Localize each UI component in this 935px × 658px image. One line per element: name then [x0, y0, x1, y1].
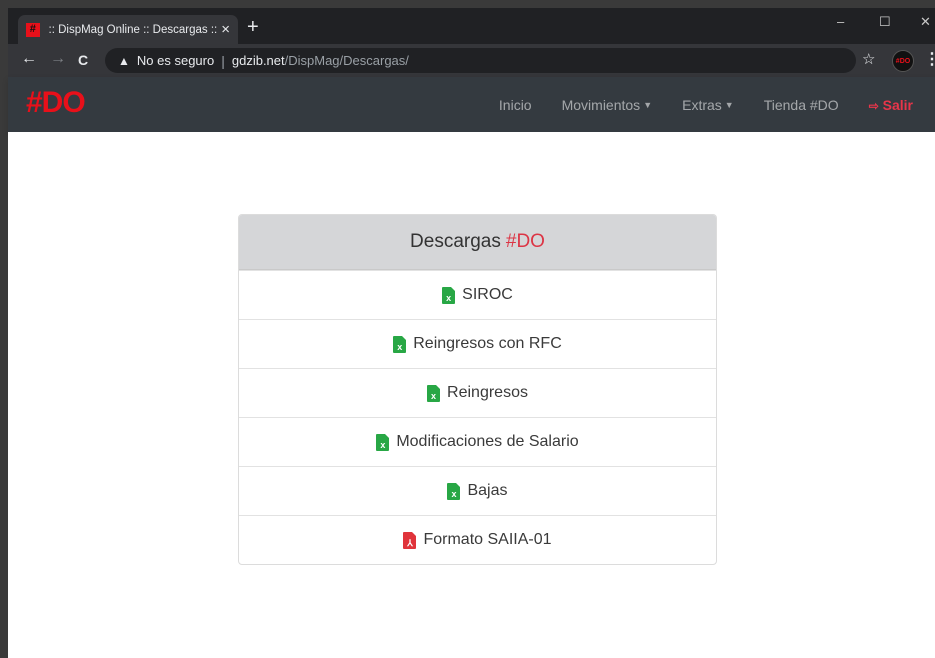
download-label: SIROC — [462, 286, 513, 303]
brand-logo[interactable]: #DO — [26, 88, 86, 118]
downloads-card: Descargas #DO x SIROC x Reingresos con R… — [238, 214, 717, 565]
download-label: Formato SAIIA-01 — [423, 531, 552, 548]
extension-icon[interactable]: #DO — [892, 50, 914, 72]
close-window-button[interactable]: ✕ — [920, 14, 931, 30]
browser-tab-strip: # :: DispMag Online :: Descargas :: × + … — [8, 8, 935, 44]
browser-menu-icon[interactable]: ⋮ — [924, 49, 935, 69]
bookmark-star-icon[interactable]: ☆ — [862, 52, 875, 67]
excel-file-icon: x — [447, 482, 461, 500]
reload-button[interactable]: C — [78, 53, 88, 67]
site-navbar: #DO Inicio Movimientos ▼ Extras ▼ Tienda #… — [8, 77, 935, 132]
download-link-reingresos[interactable]: x Reingresos — [239, 368, 716, 417]
download-link-modificaciones[interactable]: x Modificaciones de Salario — [239, 417, 716, 466]
back-button[interactable]: ← — [21, 51, 37, 67]
logout-label: Salir — [882, 96, 913, 113]
maximize-button[interactable]: ☐ — [879, 14, 891, 30]
caret-down-icon: ▼ — [724, 99, 734, 110]
tab-title: :: DispMag Online :: Descargas :: — [48, 23, 218, 36]
nav-menu: Inicio Movimientos ▼ Extras ▼ Tienda #DO ⇨… — [469, 77, 913, 132]
site-favicon-icon: # — [26, 22, 40, 37]
pdf-file-icon: ⅄ — [403, 531, 417, 549]
page-content: Descargas #DO x SIROC x Reingresos con R… — [8, 132, 935, 658]
nav-item-movimientos[interactable]: Movimientos ▼ — [562, 97, 653, 113]
downloads-header: Descargas #DO — [239, 215, 716, 270]
download-link-siroc[interactable]: x SIROC — [239, 270, 716, 319]
address-bar[interactable]: ▲ No es seguro | gdzib.net /DispMag/Desc… — [105, 48, 856, 73]
caret-down-icon: ▼ — [643, 99, 653, 110]
excel-file-icon: x — [393, 335, 407, 353]
logout-button[interactable]: ⇨ Salir — [869, 97, 913, 113]
nav-item-tienda[interactable]: Tienda #DO — [764, 97, 839, 113]
download-link-reingresos-rfc[interactable]: x Reingresos con RFC — [239, 319, 716, 368]
download-link-formato-saiia[interactable]: ⅄ Formato SAIIA-01 — [239, 515, 716, 564]
excel-file-icon: x — [376, 433, 390, 451]
address-separator: | — [221, 52, 225, 69]
download-label: Reingresos — [447, 384, 528, 401]
url-path: /DispMag/Descargas/ — [284, 53, 409, 68]
insecure-label[interactable]: No es seguro — [137, 53, 214, 68]
downloads-title-accent: #DO — [505, 231, 545, 252]
minimize-button[interactable]: – — [837, 14, 844, 29]
tab-close-icon[interactable]: × — [221, 22, 230, 37]
sign-out-icon: ⇨ — [868, 98, 879, 113]
download-label: Bajas — [467, 482, 508, 499]
browser-tab[interactable]: # :: DispMag Online :: Descargas :: × — [18, 15, 238, 44]
excel-file-icon: x — [427, 384, 441, 402]
url-host: gdzib.net — [231, 53, 285, 68]
warning-icon[interactable]: ▲ — [118, 54, 130, 68]
downloads-title: Descargas — [410, 231, 501, 252]
download-label: Modificaciones de Salario — [396, 433, 579, 450]
download-link-bajas[interactable]: x Bajas — [239, 466, 716, 515]
new-tab-button[interactable]: + — [247, 17, 259, 37]
nav-item-extras[interactable]: Extras ▼ — [682, 97, 734, 113]
excel-file-icon: x — [442, 286, 456, 304]
browser-toolbar: ← → C ▲ No es seguro | gdzib.net /DispMa… — [8, 44, 935, 77]
forward-button[interactable]: → — [50, 51, 66, 67]
nav-item-inicio[interactable]: Inicio — [499, 97, 532, 113]
extension-label: #DO — [895, 57, 911, 65]
download-label: Reingresos con RFC — [413, 335, 562, 352]
